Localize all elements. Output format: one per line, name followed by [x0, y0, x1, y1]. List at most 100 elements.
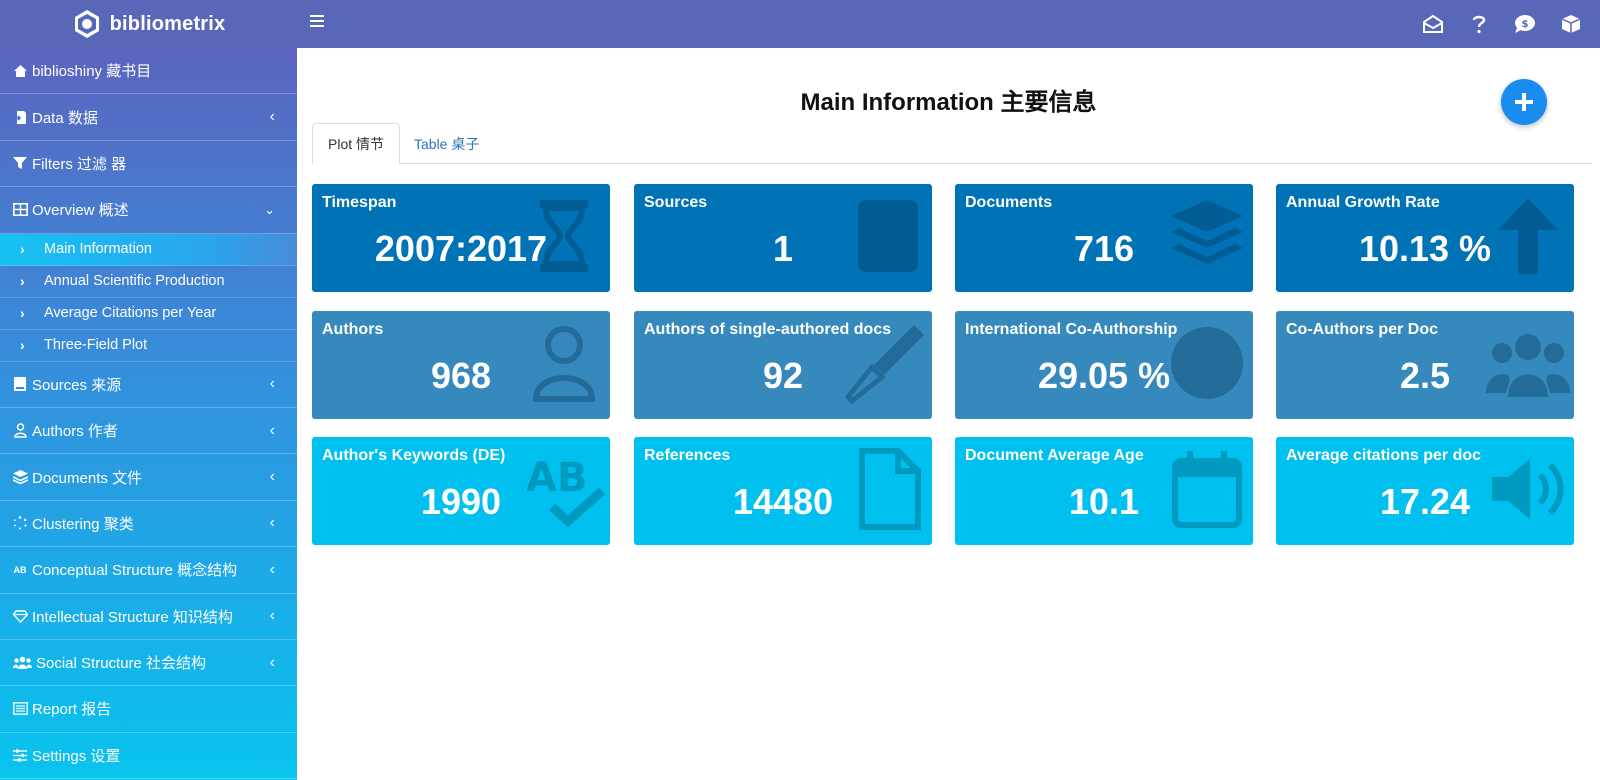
spell-check-icon: AB: [13, 564, 27, 575]
stat-card-value: 92: [762, 355, 804, 396]
stat-card-label: Authors of single-authored docs: [644, 321, 892, 338]
tab-table[interactable]: Table 桌子: [399, 123, 494, 164]
sidebar-item-overview[interactable]: Overview 概述 ⌄: [0, 187, 297, 234]
sidebar-item-conceptual-structure[interactable]: AB Conceptual Structure 概念结构 ‹: [0, 547, 297, 594]
file-import-icon: [12, 110, 28, 125]
book-icon: [12, 377, 28, 392]
chevron-left-icon: ‹: [269, 375, 275, 393]
sidebar-subitem-average-citations[interactable]: › Average Citations per Year: [0, 298, 297, 330]
stat-card-authors: Authors 968: [312, 311, 610, 419]
sliders-icon: [12, 749, 28, 762]
sidebar-subitem-annual-scientific-production[interactable]: › Annual Scientific Production: [0, 266, 297, 298]
sidebar-item-label: Authors 作者: [32, 423, 118, 441]
cube-icon[interactable]: [1548, 0, 1594, 48]
stat-card-label: Author's Keywords (DE): [322, 447, 506, 464]
stat-card-label: Annual Growth Rate: [1286, 194, 1440, 211]
table-icon: [12, 203, 28, 217]
stat-card-value: 2007:2017: [374, 228, 548, 269]
sidebar-item-label: Report 报告: [32, 701, 112, 719]
sidebar-item-authors[interactable]: Authors 作者 ‹: [0, 408, 297, 455]
sidebar-subitem-three-field-plot[interactable]: › Three-Field Plot: [0, 330, 297, 362]
sidebar-item-report[interactable]: Report 报告: [0, 686, 297, 733]
sidebar-item-label: Data 数据: [32, 109, 98, 127]
stat-card-label: Documents: [965, 194, 1053, 211]
layers-icon: [12, 470, 28, 485]
tab-bar: Plot 情节 Table 桌子: [312, 123, 1592, 164]
sidebar-item-label: Clustering 聚类: [32, 515, 134, 533]
sidebar-item-label: Settings 设置: [32, 747, 121, 765]
sidebar-item-intellectual-structure[interactable]: Intellectual Structure 知识结构 ‹: [0, 594, 297, 640]
stat-card-label: Average citations per doc: [1286, 447, 1482, 464]
stat-card-documents: Documents 716: [955, 184, 1253, 292]
logo-icon: [74, 10, 99, 38]
top-header: bibliometrix $: [0, 0, 1600, 48]
list-icon: [12, 702, 28, 716]
sidebar-item-label: Documents 文件: [32, 469, 143, 487]
stat-card-label: International Co-Authorship: [965, 321, 1178, 338]
sidebar-item-biblioshiny[interactable]: biblioshiny 藏书目: [0, 48, 297, 95]
stat-card-label: Timespan: [322, 194, 397, 211]
chevron-right-icon: ›: [20, 337, 25, 354]
main-content: Main Information 主要信息 Plot 情节 Table 桌子 T…: [297, 48, 1600, 780]
chevron-left-icon: ‹: [269, 514, 275, 532]
hamburger-menu-icon[interactable]: [310, 12, 324, 30]
sidebar-item-label: Intellectual Structure 知识结构: [32, 608, 233, 626]
sidebar-item-sources[interactable]: Sources 来源 ‹: [0, 362, 297, 408]
sidebar-item-filters[interactable]: Filters 过滤 器: [0, 141, 297, 188]
stat-card-label: References: [644, 447, 731, 464]
stat-card-label: Authors: [322, 321, 384, 338]
tab-plot[interactable]: Plot 情节: [312, 123, 401, 164]
sidebar-subitem-main-information[interactable]: › Main Information: [0, 233, 297, 266]
sidebar-item-label: Social Structure 社会结构: [36, 655, 207, 673]
stat-card-value: 716: [1073, 228, 1135, 269]
stat-card-value: 1: [772, 228, 794, 269]
stat-card-value: 2.5: [1399, 355, 1451, 396]
stat-card-value: 10.13 %: [1358, 228, 1492, 269]
stat-card-single-authored: Authors of single-authored docs 92: [634, 311, 932, 419]
user-icon: [12, 423, 28, 438]
chevron-left-icon: ‹: [269, 421, 275, 439]
stat-card-value: 29.05 %: [1037, 355, 1171, 396]
stat-card-label: Co-Authors per Doc: [1286, 321, 1438, 338]
sidebar-item-label: Conceptual Structure 概念结构: [32, 562, 238, 580]
sidebar-item-label: Overview 概述: [32, 202, 129, 220]
sidebar-item-data[interactable]: Data 数据 ‹: [0, 94, 297, 141]
stat-card-label: Document Average Age: [965, 447, 1144, 464]
gem-icon: [12, 610, 28, 623]
sidebar-item-settings[interactable]: Settings 设置: [0, 733, 297, 780]
stat-card-sources: Sources 1: [634, 184, 932, 292]
sidebar-item-label: biblioshiny 藏书目: [32, 63, 152, 81]
stat-card-average-citations: Average citations per doc 17.24: [1276, 437, 1574, 545]
sidebar: biblioshiny 藏书目 Data 数据 ‹ Filters 过滤 器 O…: [0, 48, 297, 780]
chevron-right-icon: ›: [20, 241, 25, 258]
chevron-left-icon: ‹: [269, 560, 275, 578]
stat-card-references: References 14480: [634, 437, 932, 545]
sidebar-item-social-structure[interactable]: Social Structure 社会结构 ‹: [0, 640, 297, 687]
sidebar-item-documents[interactable]: Documents 文件 ‹: [0, 454, 297, 501]
stat-card-co-authors-per-doc: Co-Authors per Doc 2.5: [1276, 311, 1574, 419]
stat-card-value: 1990: [420, 481, 502, 522]
envelope-icon[interactable]: [1410, 0, 1456, 48]
chevron-left-icon: ‹: [269, 468, 275, 486]
sidebar-item-label: Filters 过滤 器: [32, 155, 127, 173]
sidebar-item-clustering[interactable]: Clustering 聚类 ‹: [0, 501, 297, 548]
app-name: bibliometrix: [109, 12, 226, 35]
sidebar-subitem-label: Annual Scientific Production: [44, 273, 225, 290]
question-icon[interactable]: [1456, 0, 1502, 48]
page-title: Main Information 主要信息: [800, 89, 1097, 116]
chevron-right-icon: ›: [20, 305, 25, 322]
plus-icon: [1515, 93, 1533, 111]
stat-card-document-average-age: Document Average Age 10.1: [955, 437, 1253, 545]
stat-card-value: 14480: [732, 481, 834, 522]
stat-card-timespan: Timespan 2007:2017: [312, 184, 610, 292]
svg-text:$: $: [1522, 19, 1529, 30]
add-button[interactable]: [1501, 79, 1547, 125]
app-logo[interactable]: bibliometrix: [0, 0, 297, 48]
dollar-comment-icon[interactable]: $: [1502, 0, 1548, 48]
sidebar-item-label: Sources 来源: [32, 376, 122, 394]
home-icon: [12, 64, 28, 78]
chevron-right-icon: ›: [20, 273, 25, 290]
users-icon: [12, 656, 32, 670]
stat-card-author-keywords: Author's Keywords (DE) 1990 AB: [312, 437, 610, 545]
stat-card-international-co-authorship: International Co-Authorship 29.05 %: [955, 311, 1253, 419]
